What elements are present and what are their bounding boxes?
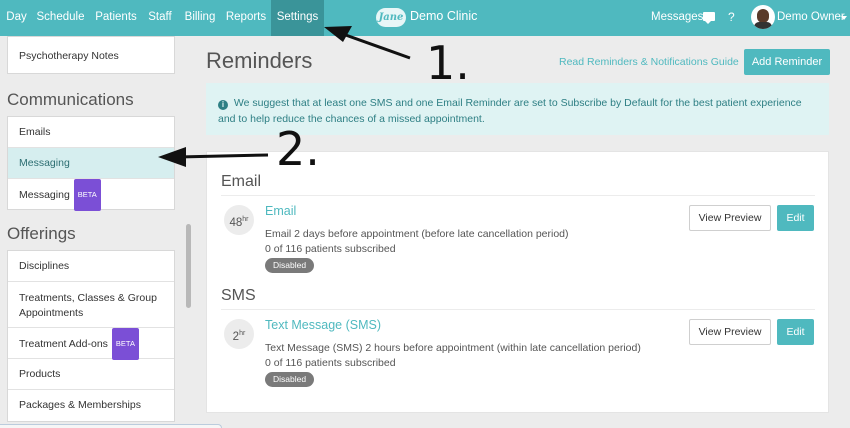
annotation-arrows — [158, 26, 411, 167]
arrow-1-shaft — [339, 31, 411, 60]
arrow-1-head — [324, 26, 352, 42]
arrow-2-shaft — [177, 153, 269, 159]
arrow-2-head — [158, 147, 186, 167]
annotation-step-1: 1. — [426, 36, 470, 90]
annotation-step-2: 2. — [276, 122, 320, 176]
